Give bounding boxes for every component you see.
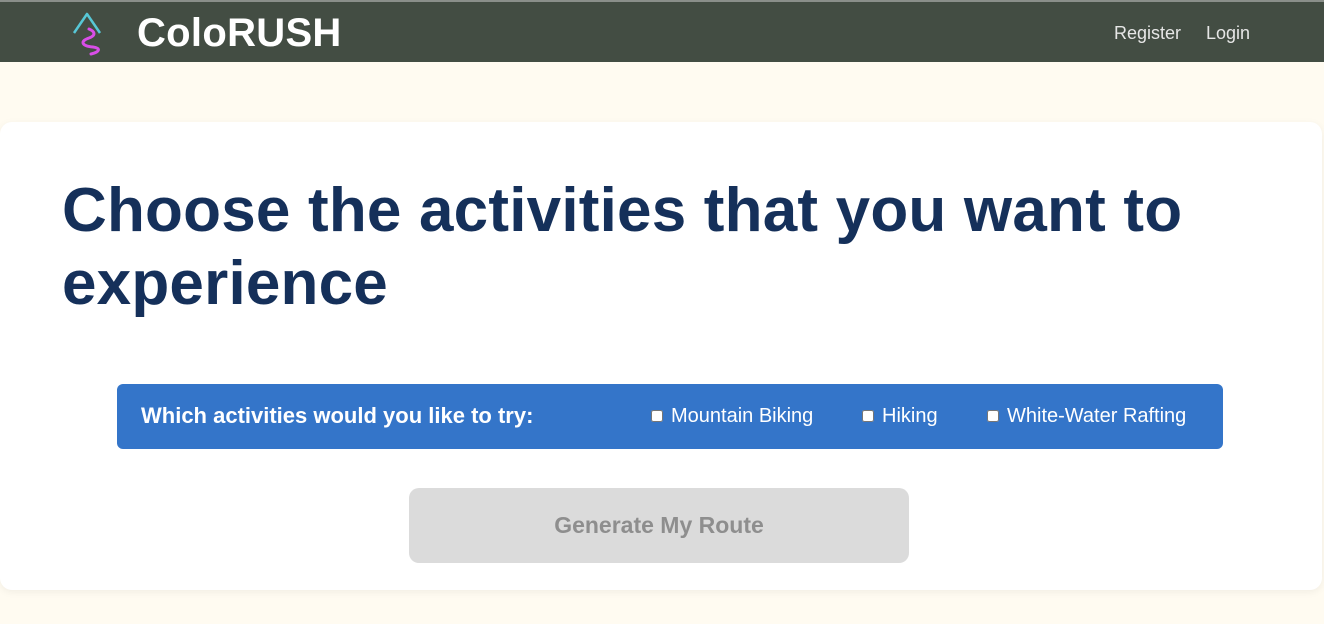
- brand-name[interactable]: ColoRUSH: [137, 10, 342, 56]
- mountain-biking-checkbox[interactable]: [651, 410, 663, 422]
- activity-option-hiking[interactable]: Hiking: [862, 405, 938, 427]
- top-navigation-bar: ColoRUSH Register Login: [0, 0, 1324, 62]
- activity-selection-card: Choose the activities that you want to e…: [0, 122, 1322, 590]
- register-link[interactable]: Register: [1114, 23, 1181, 43]
- mountain-trail-icon: [72, 12, 102, 56]
- white-water-rafting-checkbox[interactable]: [987, 410, 999, 422]
- activity-option-mountain-biking[interactable]: Mountain Biking: [651, 405, 813, 427]
- generate-route-button[interactable]: Generate My Route: [409, 488, 909, 563]
- activity-question-label: Which activities would you like to try:: [141, 403, 534, 428]
- hiking-label: Hiking: [882, 405, 938, 427]
- page-title: Choose the activities that you want to e…: [62, 176, 1183, 318]
- mountain-biking-label: Mountain Biking: [671, 405, 814, 427]
- activity-option-white-water-rafting[interactable]: White-Water Rafting: [987, 405, 1186, 427]
- activity-options-bar: Which activities would you like to try: …: [117, 384, 1223, 449]
- login-link[interactable]: Login: [1206, 23, 1250, 43]
- white-water-rafting-label: White-Water Rafting: [1007, 405, 1187, 427]
- hiking-checkbox[interactable]: [862, 410, 874, 422]
